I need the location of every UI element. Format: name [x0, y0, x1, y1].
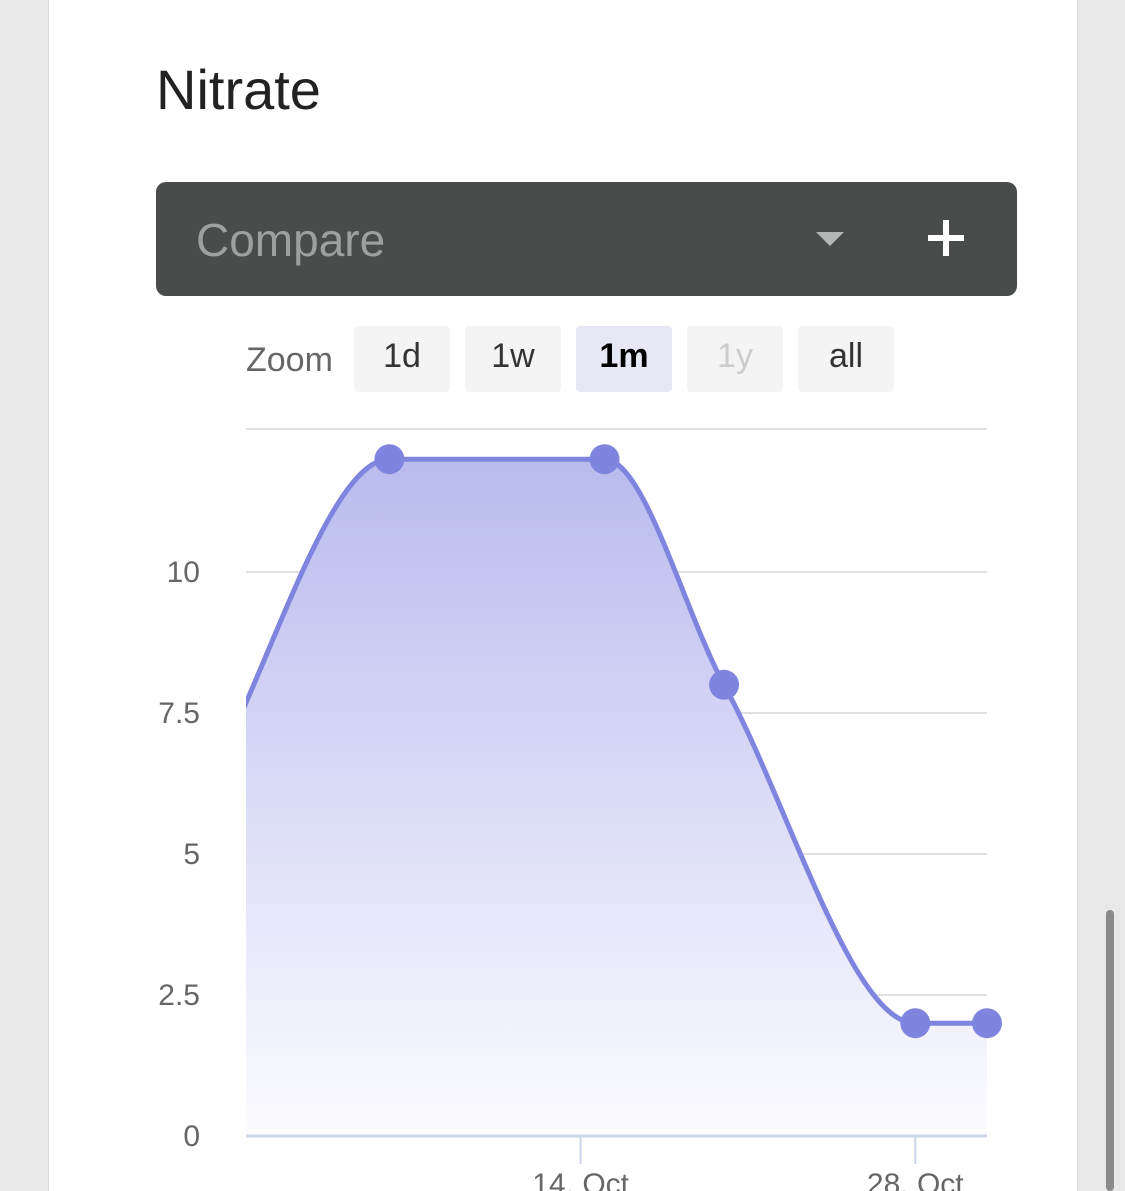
x-tick-label: 28. Oct [867, 1168, 964, 1191]
data-point [900, 1008, 931, 1039]
data-point [589, 444, 620, 475]
data-point [374, 444, 405, 475]
y-tick-label: 10 [167, 556, 200, 589]
y-tick-label: 2.5 [158, 979, 200, 1012]
chart: 0 2.5 5 7.5 10 14. Oct 28. Oct [158, 428, 1002, 1191]
y-tick-label: 5 [183, 838, 200, 871]
y-tick-label: 7.5 [158, 697, 200, 730]
x-tick-label: 14. Oct [532, 1168, 629, 1191]
scrollbar[interactable] [1106, 910, 1114, 1191]
data-point [972, 1008, 1002, 1039]
series-area [246, 459, 987, 1136]
data-point [709, 669, 740, 700]
y-tick-label: 0 [183, 1120, 200, 1153]
